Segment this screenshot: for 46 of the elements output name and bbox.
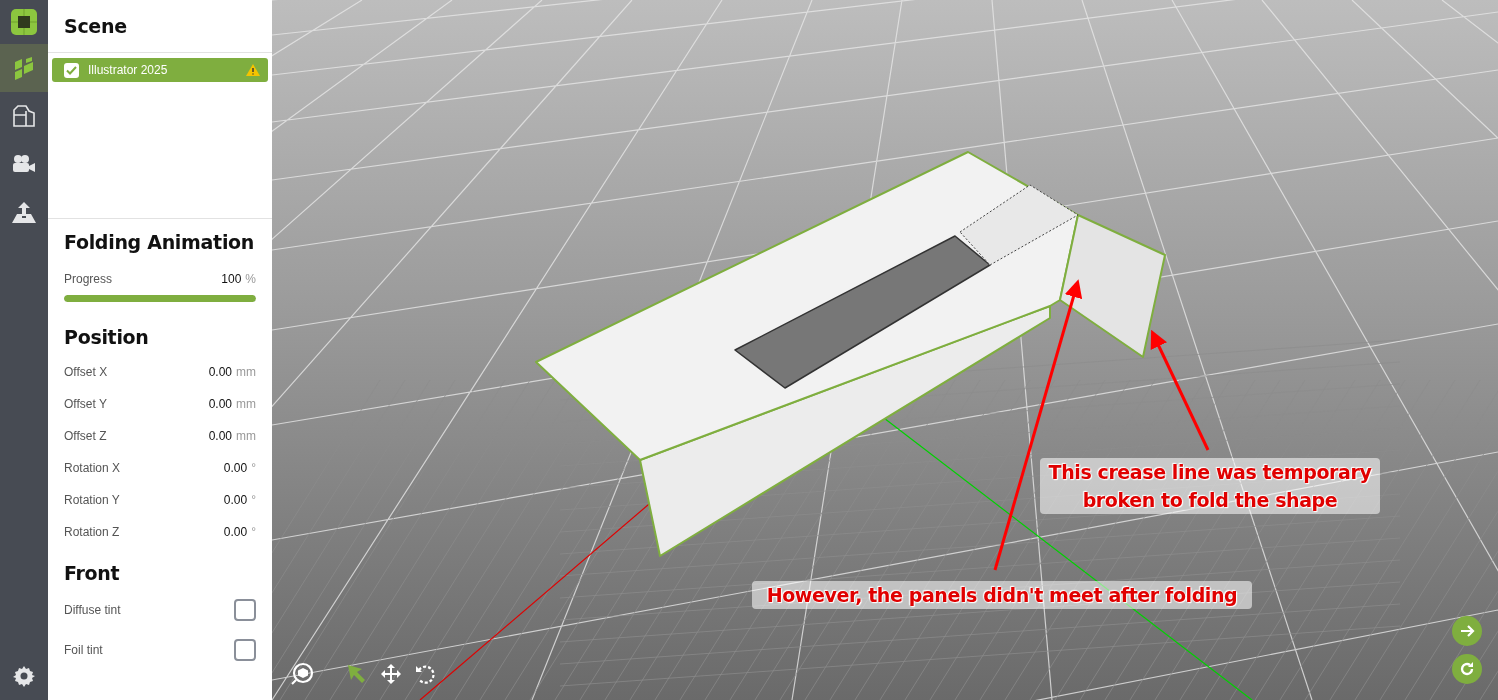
field-value[interactable]: 0.00 <box>223 461 248 475</box>
annotation-text: However, the panels didn't meet after folding <box>752 581 1252 609</box>
unit-label: mm <box>236 429 256 443</box>
field-label: Rotation Z <box>64 525 121 539</box>
annotation-text: This crease line was temporary broken to fold the shape <box>1040 458 1380 514</box>
camera-icon <box>12 154 36 174</box>
next-button[interactable] <box>1452 616 1482 646</box>
checkbox[interactable] <box>64 62 79 78</box>
field-label: Rotation Y <box>64 493 121 507</box>
field-value[interactable]: 0.00 <box>223 525 248 539</box>
unit-label: ° <box>251 461 256 475</box>
unit-label: ° <box>251 525 256 539</box>
unit-label: % <box>245 272 256 286</box>
section-title: Position <box>63 326 150 348</box>
settings-icon <box>13 665 35 687</box>
field-value[interactable]: 0.00 <box>223 493 248 507</box>
panel-title: Scene <box>63 15 128 37</box>
app-logo-icon <box>11 9 37 35</box>
field-label: Offset X <box>64 365 109 379</box>
field-value[interactable]: 0.00 <box>208 365 232 379</box>
check-icon <box>66 65 77 75</box>
move-arrows-icon[interactable] <box>380 663 402 685</box>
section-title: Front <box>63 562 121 584</box>
dieline-icon <box>12 104 36 128</box>
field-value[interactable]: 0.00 <box>208 429 232 443</box>
field-label: Progress <box>64 272 114 286</box>
unit-label: ° <box>251 493 256 507</box>
layer-name: Illustrator 2025 <box>88 63 169 77</box>
box-net-icon <box>12 56 36 80</box>
rotate-icon[interactable] <box>414 663 436 685</box>
option-label: Diffuse tint <box>64 603 122 617</box>
section-title: Folding Animation <box>63 231 256 253</box>
field-value: 100 <box>221 272 242 286</box>
field-label: Rotation X <box>64 461 122 475</box>
checkbox[interactable] <box>234 639 256 661</box>
unit-label: mm <box>236 397 256 411</box>
option-label: Foil tint <box>64 643 104 657</box>
checkbox[interactable] <box>234 599 256 621</box>
unit-label: mm <box>236 365 256 379</box>
sidebar-nav-item[interactable] <box>0 44 48 92</box>
refresh-button[interactable] <box>1452 654 1482 684</box>
field-label: Offset Z <box>64 429 108 443</box>
field-value[interactable]: 0.00 <box>208 397 232 411</box>
view-cube-icon[interactable] <box>290 662 314 686</box>
upload-icon <box>11 200 37 224</box>
field-label: Offset Y <box>64 397 108 411</box>
